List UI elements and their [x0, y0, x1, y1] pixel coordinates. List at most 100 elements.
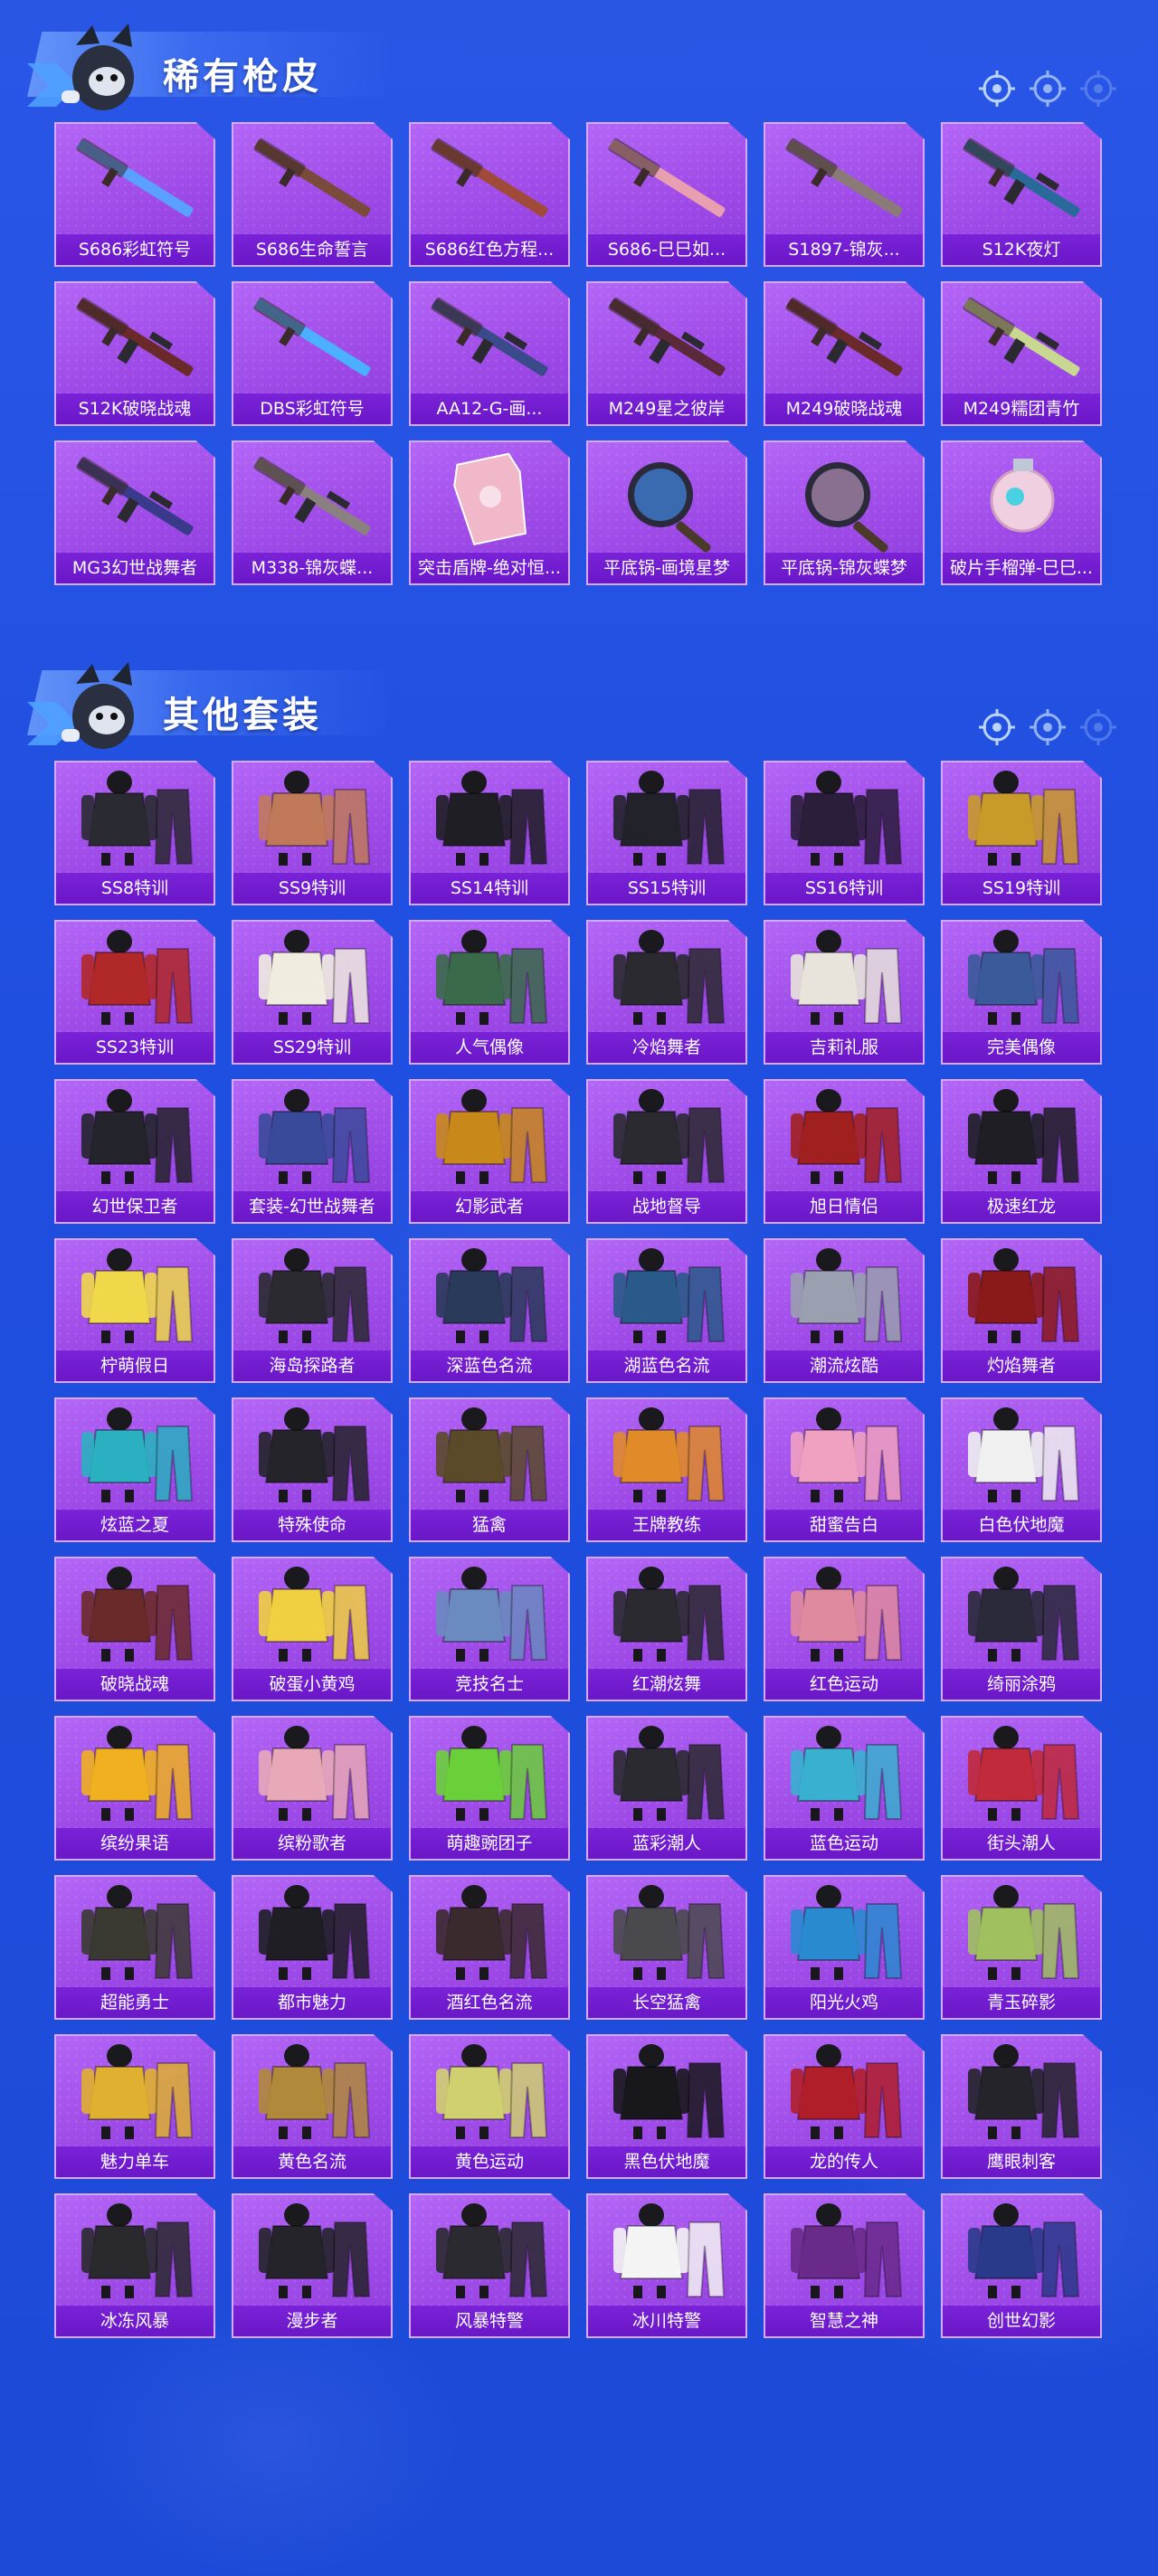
- outfit-card[interactable]: 极速红龙: [941, 1079, 1102, 1224]
- outfit-card[interactable]: SS19特训: [941, 761, 1102, 905]
- weapon-skin-card[interactable]: S12K破晓战魂: [54, 281, 215, 426]
- item-label: 缤纷果语: [56, 1828, 214, 1859]
- outfit-card[interactable]: 破晓战魂: [54, 1557, 215, 1701]
- outfit-card[interactable]: SS9特训: [232, 761, 393, 905]
- outfit-card[interactable]: 冰川特警: [586, 2193, 747, 2338]
- outfit-card[interactable]: 湖蓝色名流: [586, 1238, 747, 1383]
- outfit-icon: [613, 2044, 726, 2139]
- outfit-card[interactable]: 蓝色运动: [764, 1716, 925, 1861]
- outfit-card[interactable]: 海岛探路者: [232, 1238, 393, 1383]
- weapon-skin-card[interactable]: 突击盾牌-绝对恒...: [409, 440, 570, 585]
- weapon-skin-card[interactable]: 平底锅-画境星梦: [586, 440, 747, 585]
- weapon-skin-card[interactable]: S1897-锦灰...: [764, 122, 925, 267]
- outfit-card[interactable]: 吉莉礼服: [764, 920, 925, 1065]
- outfit-card[interactable]: 黄色运动: [409, 2034, 570, 2179]
- pan-icon: [805, 462, 888, 553]
- weapon-skin-card[interactable]: 破片手榴弹-巳巳...: [941, 440, 1102, 585]
- outfit-card[interactable]: 绮丽涂鸦: [941, 1557, 1102, 1701]
- outfit-card[interactable]: 黄色名流: [232, 2034, 393, 2179]
- outfit-card[interactable]: 冷焰舞者: [586, 920, 747, 1065]
- outfit-card[interactable]: 柠萌假日: [54, 1238, 215, 1383]
- outfit-card[interactable]: 深蓝色名流: [409, 1238, 570, 1383]
- outfit-card[interactable]: 特殊使命: [232, 1397, 393, 1542]
- weapon-skin-card[interactable]: MG3幻世战舞者: [54, 440, 215, 585]
- outfit-card[interactable]: 幻影武者: [409, 1079, 570, 1224]
- outfit-card[interactable]: 王牌教练: [586, 1397, 747, 1542]
- outfit-card[interactable]: 旭日情侣: [764, 1079, 925, 1224]
- outfit-card[interactable]: 套装-幻世战舞者: [232, 1079, 393, 1224]
- outfit-card[interactable]: 酒红色名流: [409, 1875, 570, 2020]
- outfit-icon: [259, 2044, 371, 2139]
- weapon-skin-card[interactable]: S12K夜灯: [941, 122, 1102, 267]
- item-label: 吉莉礼服: [765, 1032, 923, 1063]
- outfit-card[interactable]: 阳光火鸡: [764, 1875, 925, 2020]
- weapon-skin-card[interactable]: S686-巳巳如...: [586, 122, 747, 267]
- outfit-card[interactable]: 风暴特警: [409, 2193, 570, 2338]
- outfit-card[interactable]: 缤纷果语: [54, 1716, 215, 1861]
- outfit-card[interactable]: 猛禽: [409, 1397, 570, 1542]
- outfit-icon: [968, 1248, 1080, 1343]
- outfit-card[interactable]: 红潮炫舞: [586, 1557, 747, 1701]
- outfit-card[interactable]: 魅力单车: [54, 2034, 215, 2179]
- outfit-card[interactable]: 萌趣豌团子: [409, 1716, 570, 1861]
- item-label: 幻影武者: [411, 1191, 568, 1222]
- weapon-skin-card[interactable]: 平底锅-锦灰蝶梦: [764, 440, 925, 585]
- outfit-card[interactable]: SS15特训: [586, 761, 747, 905]
- outfit-card[interactable]: SS14特训: [409, 761, 570, 905]
- outfit-card[interactable]: 甜蜜告白: [764, 1397, 925, 1542]
- outfit-card[interactable]: 漫步者: [232, 2193, 393, 2338]
- outfit-card[interactable]: 街头潮人: [941, 1716, 1102, 1861]
- outfit-card[interactable]: 鹰眼刺客: [941, 2034, 1102, 2179]
- weapon-skin-card[interactable]: S686彩虹符号: [54, 122, 215, 267]
- outfit-card[interactable]: SS29特训: [232, 920, 393, 1065]
- outfit-card[interactable]: 智慧之神: [764, 2193, 925, 2338]
- item-label: 阳光火鸡: [765, 1987, 923, 2018]
- outfit-card[interactable]: 炫蓝之夏: [54, 1397, 215, 1542]
- outfit-icon: [791, 1885, 903, 1980]
- item-label: SS23特训: [56, 1032, 214, 1063]
- outfit-card[interactable]: 龙的传人: [764, 2034, 925, 2179]
- item-label: M249破晓战魂: [765, 393, 923, 424]
- outfit-icon: [259, 1407, 371, 1502]
- outfit-card[interactable]: 灼焰舞者: [941, 1238, 1102, 1383]
- outfit-card[interactable]: 蓝彩潮人: [586, 1716, 747, 1861]
- outfit-card[interactable]: SS23特训: [54, 920, 215, 1065]
- weapon-skin-card[interactable]: S686红色方程...: [409, 122, 570, 267]
- weapon-skin-card[interactable]: M249糯团青竹: [941, 281, 1102, 426]
- outfit-card[interactable]: 白色伏地魔: [941, 1397, 1102, 1542]
- outfit-card[interactable]: 破蛋小黄鸡: [232, 1557, 393, 1701]
- weapon-skin-card[interactable]: S686生命誓言: [232, 122, 393, 267]
- outfit-card[interactable]: SS8特训: [54, 761, 215, 905]
- weapon-skin-card[interactable]: M249破晓战魂: [764, 281, 925, 426]
- item-label: SS29特训: [233, 1032, 391, 1063]
- outfit-card[interactable]: 缤粉歌者: [232, 1716, 393, 1861]
- outfit-card[interactable]: 青玉碎影: [941, 1875, 1102, 2020]
- outfit-card[interactable]: 冰冻风暴: [54, 2193, 215, 2338]
- outfit-card[interactable]: 都市魅力: [232, 1875, 393, 2020]
- outfit-card[interactable]: 潮流炫酷: [764, 1238, 925, 1383]
- outfit-icon: [436, 930, 548, 1025]
- outfit-card[interactable]: 超能勇士: [54, 1875, 215, 2020]
- outfit-card[interactable]: 黑色伏地魔: [586, 2034, 747, 2179]
- item-label: 破晓战魂: [56, 1669, 214, 1700]
- item-label: 白色伏地魔: [943, 1510, 1100, 1540]
- weapon-skin-card[interactable]: AA12-G-画...: [409, 281, 570, 426]
- outfit-icon: [791, 2044, 903, 2139]
- shotgun-icon: [253, 297, 371, 376]
- outfit-card[interactable]: 红色运动: [764, 1557, 925, 1701]
- weapon-skin-card[interactable]: DBS彩虹符号: [232, 281, 393, 426]
- item-label: 冰川特警: [588, 2306, 745, 2336]
- outfit-card[interactable]: 幻世保卫者: [54, 1079, 215, 1224]
- outfit-card[interactable]: 竞技名士: [409, 1557, 570, 1701]
- outfit-card[interactable]: 战地督导: [586, 1079, 747, 1224]
- outfit-card[interactable]: 完美偶像: [941, 920, 1102, 1065]
- item-label: SS16特训: [765, 873, 923, 904]
- weapon-skin-card[interactable]: M338-锦灰蝶...: [232, 440, 393, 585]
- outfit-card[interactable]: 创世幻影: [941, 2193, 1102, 2338]
- item-label: S686生命誓言: [233, 234, 391, 265]
- outfit-card[interactable]: 人气偶像: [409, 920, 570, 1065]
- outfit-card[interactable]: SS16特训: [764, 761, 925, 905]
- outfit-card[interactable]: 长空猛禽: [586, 1875, 747, 2020]
- weapon-skin-card[interactable]: M249星之彼岸: [586, 281, 747, 426]
- item-label: 甜蜜告白: [765, 1510, 923, 1540]
